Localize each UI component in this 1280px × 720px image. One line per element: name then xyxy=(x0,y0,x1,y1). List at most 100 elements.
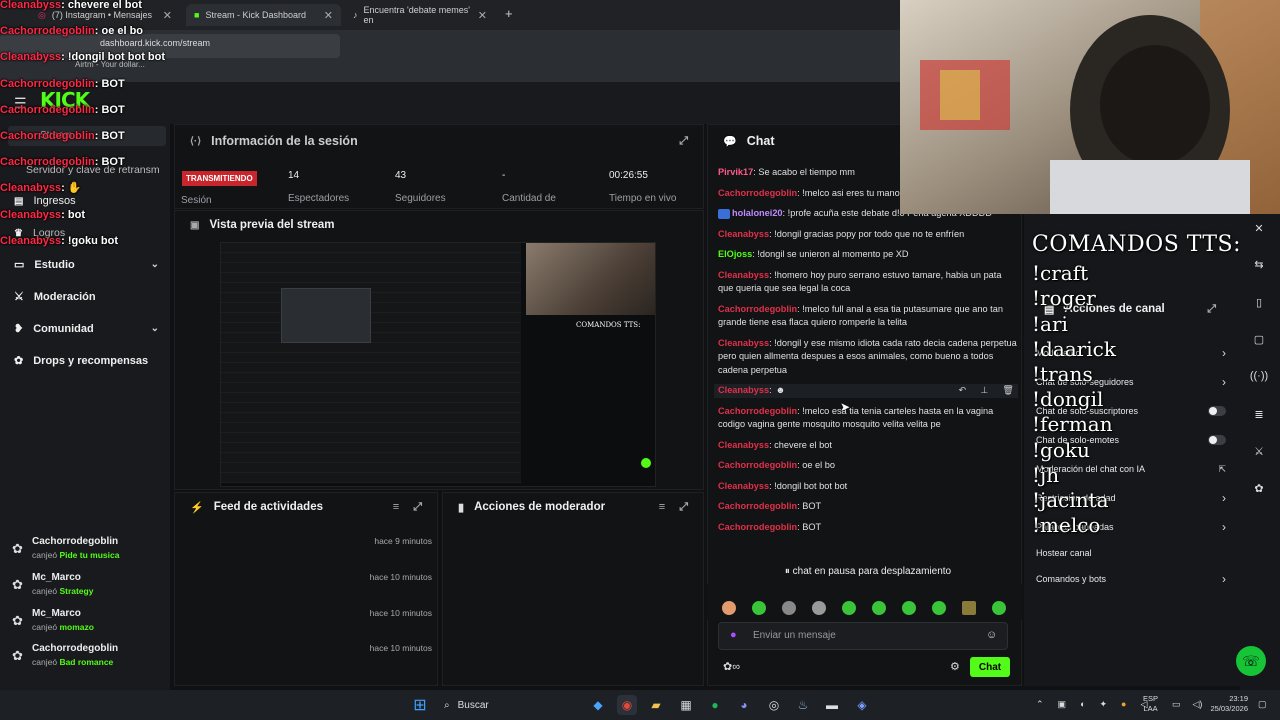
send-chat-button[interactable]: Chat xyxy=(970,657,1010,677)
filter-icon[interactable]: ≡ xyxy=(393,501,399,514)
verified-badge-icon xyxy=(718,208,730,219)
emote-icon[interactable] xyxy=(992,601,1006,615)
support-button[interactable]: ☏ xyxy=(1236,646,1266,676)
emote-icon[interactable] xyxy=(752,601,766,615)
collapse-icon[interactable]: ⟨·⟩ xyxy=(190,136,201,147)
obs-icon[interactable]: ◎ xyxy=(764,695,784,715)
document-icon[interactable]: ▯ xyxy=(1249,292,1269,312)
emote-icon[interactable] xyxy=(722,601,736,615)
chrome-icon[interactable]: ◉ xyxy=(617,695,637,715)
chat-message: Cleanabyss: !dongil y ese mismo idiota c… xyxy=(718,337,1017,375)
stat-followers: 43 Seguidores xyxy=(395,170,446,204)
spotify-icon[interactable]: ● xyxy=(705,695,725,715)
chevron-down-icon: ⌄ xyxy=(150,323,159,334)
feed-title: Feed de actividades xyxy=(213,501,323,513)
copilot-icon[interactable]: ◆ xyxy=(588,695,608,715)
microphone-icon[interactable]: ● xyxy=(730,629,737,641)
system-tray: ⌃ ▣ ◐ ✦ ● ◁ xyxy=(1036,699,1147,710)
emote-icon: ✋ xyxy=(67,182,82,195)
taskbar-search[interactable]: ⌕ Buscar xyxy=(436,695,576,715)
new-tab-button[interactable]: + xyxy=(505,6,513,21)
community-icon[interactable]: ✿ xyxy=(1249,478,1269,498)
close-icon[interactable]: ✕ xyxy=(1249,218,1269,238)
emote-icon[interactable] xyxy=(812,601,826,615)
language-indicator[interactable]: ESP LAA xyxy=(1143,694,1158,714)
audio-icon[interactable]: ⇆ xyxy=(1249,254,1269,274)
gear-icon[interactable]: ⚙ xyxy=(950,660,960,673)
close-icon[interactable]: ✕ xyxy=(478,9,487,22)
tray-app-icon[interactable]: ▣ xyxy=(1058,699,1067,710)
chevron-up-icon[interactable]: ⌃ xyxy=(1036,699,1044,710)
community-icon[interactable]: ✿∞ xyxy=(723,660,740,673)
chat-message: Cleanabyss: !dongil bot bot bot xyxy=(718,480,848,491)
emote-icon[interactable] xyxy=(962,601,976,615)
gift-icon: ✿ xyxy=(12,577,23,592)
store-icon[interactable]: ▦ xyxy=(676,695,696,715)
broadcast-icon[interactable]: ((·)) xyxy=(1249,366,1269,386)
preview-live-dot xyxy=(641,458,651,468)
tts-commands-overlay: COMANDOS TTS: !craft !roger !ari !daaric… xyxy=(1032,232,1242,538)
emoji-picker-icon[interactable]: ☺ xyxy=(986,629,997,641)
terminal-icon[interactable]: ▬ xyxy=(822,695,842,715)
chat-input[interactable]: Enviar un mensaje xyxy=(718,622,1008,650)
windows-start-icon[interactable]: ⊞ xyxy=(410,695,430,715)
emote-icon[interactable] xyxy=(932,601,946,615)
feed-item: ✿ Mc_Marco canjeó Strategy hace 10 minut… xyxy=(12,572,432,596)
sidebar-item-estudio[interactable]: ▭ Estudio ⌄ xyxy=(14,258,159,272)
app-icon[interactable]: ◈ xyxy=(852,695,872,715)
filter-icon[interactable]: ≡ xyxy=(659,501,665,514)
popout-icon[interactable]: ⤢ xyxy=(679,135,688,148)
chat-message-list[interactable]: Pirvik17: Se acabo el tiempo mm Cachorro… xyxy=(714,166,1018,541)
chat-header: 💬 Chat xyxy=(709,124,909,158)
sidebar-item-drops[interactable]: ✿ Drops y recompensas xyxy=(14,354,174,368)
row-commands-bots[interactable]: Comandos y bots › xyxy=(1036,571,1226,587)
network-icon[interactable]: ▭ xyxy=(1172,699,1181,710)
emote-icon[interactable] xyxy=(902,601,916,615)
gift-icon: ✿ xyxy=(12,648,23,663)
tiktok-icon: ♪ xyxy=(353,10,358,20)
folder-icon[interactable]: ▰ xyxy=(646,695,666,715)
preview-header: ▣ Vista previa del stream xyxy=(176,208,702,242)
gift-icon: ✿ xyxy=(12,613,23,628)
stream-preview-video[interactable]: COMANDOS TTS: xyxy=(220,242,656,487)
chat-bubble-icon[interactable]: ▢ xyxy=(1249,329,1269,349)
popout-icon[interactable]: ⤢ xyxy=(413,501,422,514)
sword-icon[interactable]: ⚔ xyxy=(1249,441,1269,461)
speaker-icon[interactable]: ◁) xyxy=(1193,699,1203,710)
microphone-icon[interactable]: ● xyxy=(1121,699,1126,710)
reply-icon[interactable]: ↶ xyxy=(959,384,967,398)
chat-message: Cleanabyss: chevere el bot xyxy=(718,439,832,450)
studio-icon: ▭ xyxy=(14,259,25,271)
notifications-icon[interactable]: ▢ xyxy=(1258,699,1267,710)
stream-chat-overlay: Cleanabyss: chevere el bot Cachorrodegob… xyxy=(0,0,170,254)
sidebar-item-comunidad[interactable]: ❥ Comunidad ⌄ xyxy=(14,322,159,336)
popout-icon[interactable]: ⤢ xyxy=(679,501,688,514)
steam-icon[interactable]: ♨ xyxy=(793,695,813,715)
tab-kick-dashboard[interactable]: ■ Stream - Kick Dashboard ✕ xyxy=(186,4,341,26)
emote-icon[interactable] xyxy=(842,601,856,615)
chat-message: Cachorrodegoblin: !melco full anal a esa… xyxy=(718,303,1003,328)
emote-icon[interactable] xyxy=(782,601,796,615)
tab-tiktok[interactable]: ♪ Encuentra 'debate memes' en ✕ xyxy=(345,4,495,26)
chat-title: Chat xyxy=(746,134,775,148)
emote-icon[interactable] xyxy=(872,601,886,615)
session-label: Sesión xyxy=(181,195,212,206)
tray-app-icon[interactable]: ✦ xyxy=(1100,699,1108,710)
preview-webcam xyxy=(526,243,655,315)
clock[interactable]: 23:19 25/03/2026 xyxy=(1208,694,1248,714)
overlay-message: Cachorrodegoblin: BOT xyxy=(0,156,125,169)
tray-app-icon[interactable]: ◐ xyxy=(1080,699,1085,710)
overlay-message: Cleanabyss: !goku bot xyxy=(0,234,118,247)
chat-message: Cachorrodegoblin: BOT xyxy=(718,521,822,532)
overlay-message: Cachorrodegoblin: BOT xyxy=(0,77,125,90)
chat-bubble-icon: 💬 xyxy=(723,135,737,148)
discord-icon[interactable]: ◕ xyxy=(734,695,754,715)
list-icon[interactable]: ≣ xyxy=(1249,404,1269,424)
chevron-right-icon: › xyxy=(1222,572,1226,586)
pin-icon[interactable]: ⊥ xyxy=(980,384,988,398)
row-host-channel[interactable]: Hostear canal xyxy=(1036,545,1226,561)
delete-icon[interactable]: 🗑 xyxy=(1002,384,1014,398)
chat-paused-banner[interactable]: ⏸ chat en pausa para desplazamiento xyxy=(718,566,1018,582)
close-icon[interactable]: ✕ xyxy=(324,9,333,22)
sidebar-item-moderacion[interactable]: ⚔ Moderación xyxy=(14,290,159,304)
